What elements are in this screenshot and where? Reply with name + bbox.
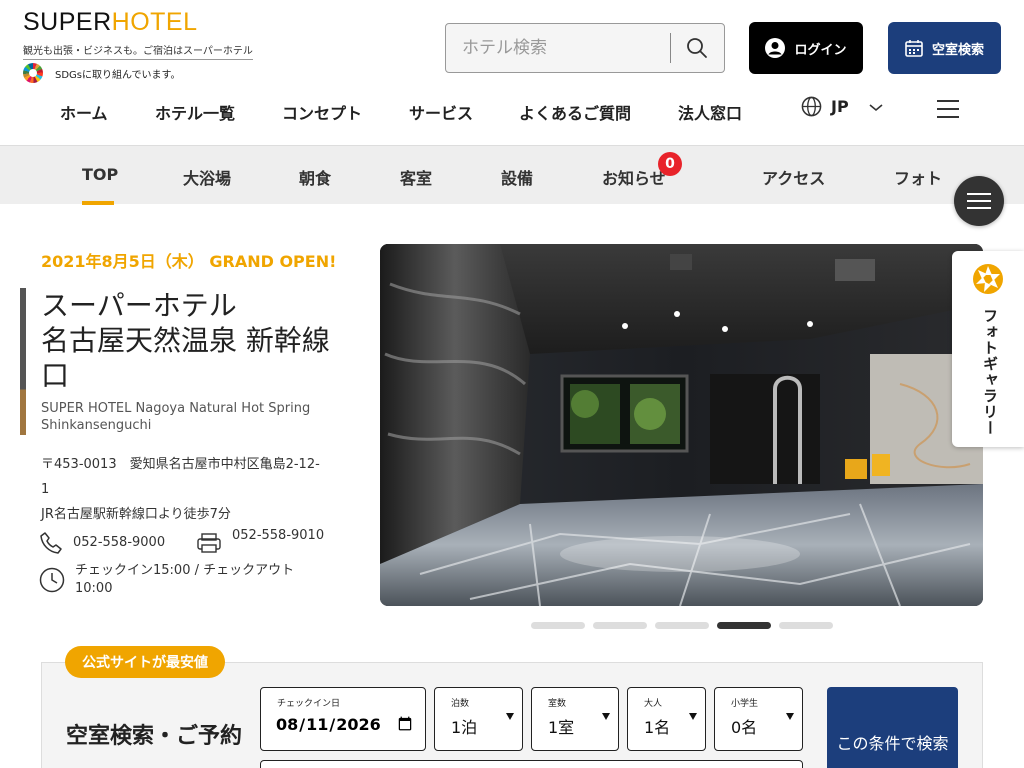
caret-down-icon [506, 713, 514, 720]
calendar-icon [905, 40, 923, 57]
logo-hotel: HOTEL [111, 8, 198, 36]
hotel-address: 〒453-0013 愛知県名古屋市中村区亀島2-12-1 [41, 457, 320, 497]
page: SUPERHOTEL 観光も出張・ビジネスも。ご宿泊はスーパーホテル SDGsに… [0, 0, 1024, 768]
grand-open-date: 2021年8月5日（木） GRAND OPEN! [41, 252, 337, 271]
tab-breakfast[interactable]: 朝食 [299, 165, 331, 189]
rooms-select[interactable]: 室数 1室 [531, 687, 619, 751]
user-icon [765, 38, 786, 58]
fax-number: 052-558-9010 [232, 528, 325, 543]
children-select[interactable]: 小学生 0名 [714, 687, 803, 751]
checkin-date-field[interactable]: チェックイン日 [260, 687, 426, 751]
nav-service[interactable]: サービス [409, 100, 473, 124]
sdgs-link[interactable]: SDGsに取り組んでいます。 [23, 63, 181, 83]
search-icon [687, 38, 708, 58]
rooms-value: 1室 [548, 718, 575, 737]
photo-gallery-label: フォトギャラリー [981, 308, 999, 436]
hotel-photo-slider[interactable] [380, 244, 983, 606]
caret-down-icon [786, 713, 794, 720]
chevron-down-icon [869, 103, 883, 111]
hotel-search-input[interactable] [446, 33, 670, 63]
checkin-date-label: チェックイン日 [277, 699, 341, 709]
adults-value: 1名 [644, 718, 671, 737]
tab-bath[interactable]: 大浴場 [183, 165, 231, 189]
sdgs-icon [23, 63, 43, 83]
adults-label: 大人 [644, 699, 663, 709]
slider-dot[interactable] [593, 622, 647, 629]
hotel-name: スーパーホテル 名古屋天然温泉 新幹線口 [41, 288, 341, 393]
hotel-name-text: スーパーホテル 名古屋天然温泉 新幹線口 [41, 289, 330, 392]
hotel-access: JR名古屋駅新幹線口より徒歩7分 [41, 507, 231, 522]
hotel-name-en: SUPER HOTEL Nagoya Natural Hot Spring Sh… [41, 401, 311, 433]
checkin-date-input[interactable] [275, 710, 415, 738]
main-nav: ホーム ホテル一覧 コンセプト サービス よくあるご質問 法人窓口 JP [0, 96, 1024, 126]
fax-icon [197, 533, 221, 553]
slider-dot[interactable] [717, 622, 771, 629]
globe-icon [801, 96, 822, 117]
active-tab-indicator [82, 201, 114, 205]
slider-dot[interactable] [655, 622, 709, 629]
tab-top[interactable]: TOP [82, 165, 118, 184]
language-selector[interactable]: JP [801, 96, 884, 117]
camera-aperture-icon [973, 264, 1003, 294]
name-accent-bar [20, 288, 26, 435]
nav-home[interactable]: ホーム [60, 100, 108, 124]
checkin-time: チェックイン15:00 / チェックアウト10:00 [75, 563, 295, 596]
nights-select[interactable]: 泊数 1泊 [434, 687, 523, 751]
tab-rooms[interactable]: 客室 [400, 165, 432, 189]
login-label: ログイン [794, 42, 847, 58]
language-label: JP [831, 97, 849, 116]
nav-hotel-list[interactable]: ホテル一覧 [155, 100, 235, 124]
tab-access[interactable]: アクセス [762, 165, 825, 189]
rooms-label: 室数 [548, 699, 567, 709]
phone-icon [40, 532, 62, 554]
tab-photo[interactable]: フォト [894, 165, 942, 189]
best-price-badge: 公式サイトが最安値 [65, 646, 225, 678]
nav-concept[interactable]: コンセプト [282, 100, 362, 124]
search-button[interactable] [671, 24, 724, 72]
nav-corporate[interactable]: 法人窓口 [678, 100, 742, 124]
photo-gallery-tab[interactable]: フォトギャラリー [952, 251, 1024, 447]
children-value: 0名 [731, 718, 758, 737]
clock-icon [39, 567, 65, 593]
sdgs-text: SDGsに取り組んでいます。 [55, 69, 181, 81]
bath-photo [380, 244, 983, 606]
menu-icon[interactable] [937, 100, 959, 118]
caret-down-icon [689, 713, 697, 720]
hotel-sub-nav: TOP 大浴場 朝食 客室 設備 お知らせ アクセス フォト 0 [0, 145, 1024, 205]
booking-title: 空室検索・ご予約 [66, 724, 243, 749]
tab-news[interactable]: お知らせ [602, 165, 666, 189]
floating-menu-button[interactable] [954, 176, 1004, 226]
adults-select[interactable]: 大人 1名 [627, 687, 706, 751]
logo-super: SUPER [23, 8, 112, 36]
nights-value: 1泊 [451, 718, 478, 737]
tab-facilities[interactable]: 設備 [501, 165, 533, 189]
brand-tagline: 観光も出張・ビジネスも。ご宿泊はスーパーホテル [23, 42, 253, 60]
plan-select[interactable] [260, 760, 803, 768]
availability-label: 空室検索 [931, 42, 984, 58]
children-label: 小学生 [731, 699, 759, 709]
hotel-address-block: 〒453-0013 愛知県名古屋市中村区亀島2-12-1 JR名古屋駅新幹線口よ… [41, 452, 321, 527]
availability-button[interactable]: 空室検索 [888, 22, 1001, 74]
slider-dot[interactable] [531, 622, 585, 629]
caret-down-icon [602, 713, 610, 720]
nav-faq[interactable]: よくあるご質問 [519, 100, 631, 124]
slider-dots [531, 622, 833, 629]
contact-row: 052-558-9000 052-558-9010 [39, 528, 339, 561]
hotel-search-box [445, 23, 725, 73]
logo[interactable]: SUPERHOTEL [23, 8, 198, 36]
search-conditions-button[interactable]: この条件で検索 [827, 687, 958, 768]
slider-dot[interactable] [779, 622, 833, 629]
login-button[interactable]: ログイン [749, 22, 863, 74]
phone-number[interactable]: 052-558-9000 [73, 535, 165, 550]
news-count-badge: 0 [658, 152, 682, 176]
nights-label: 泊数 [451, 699, 470, 709]
